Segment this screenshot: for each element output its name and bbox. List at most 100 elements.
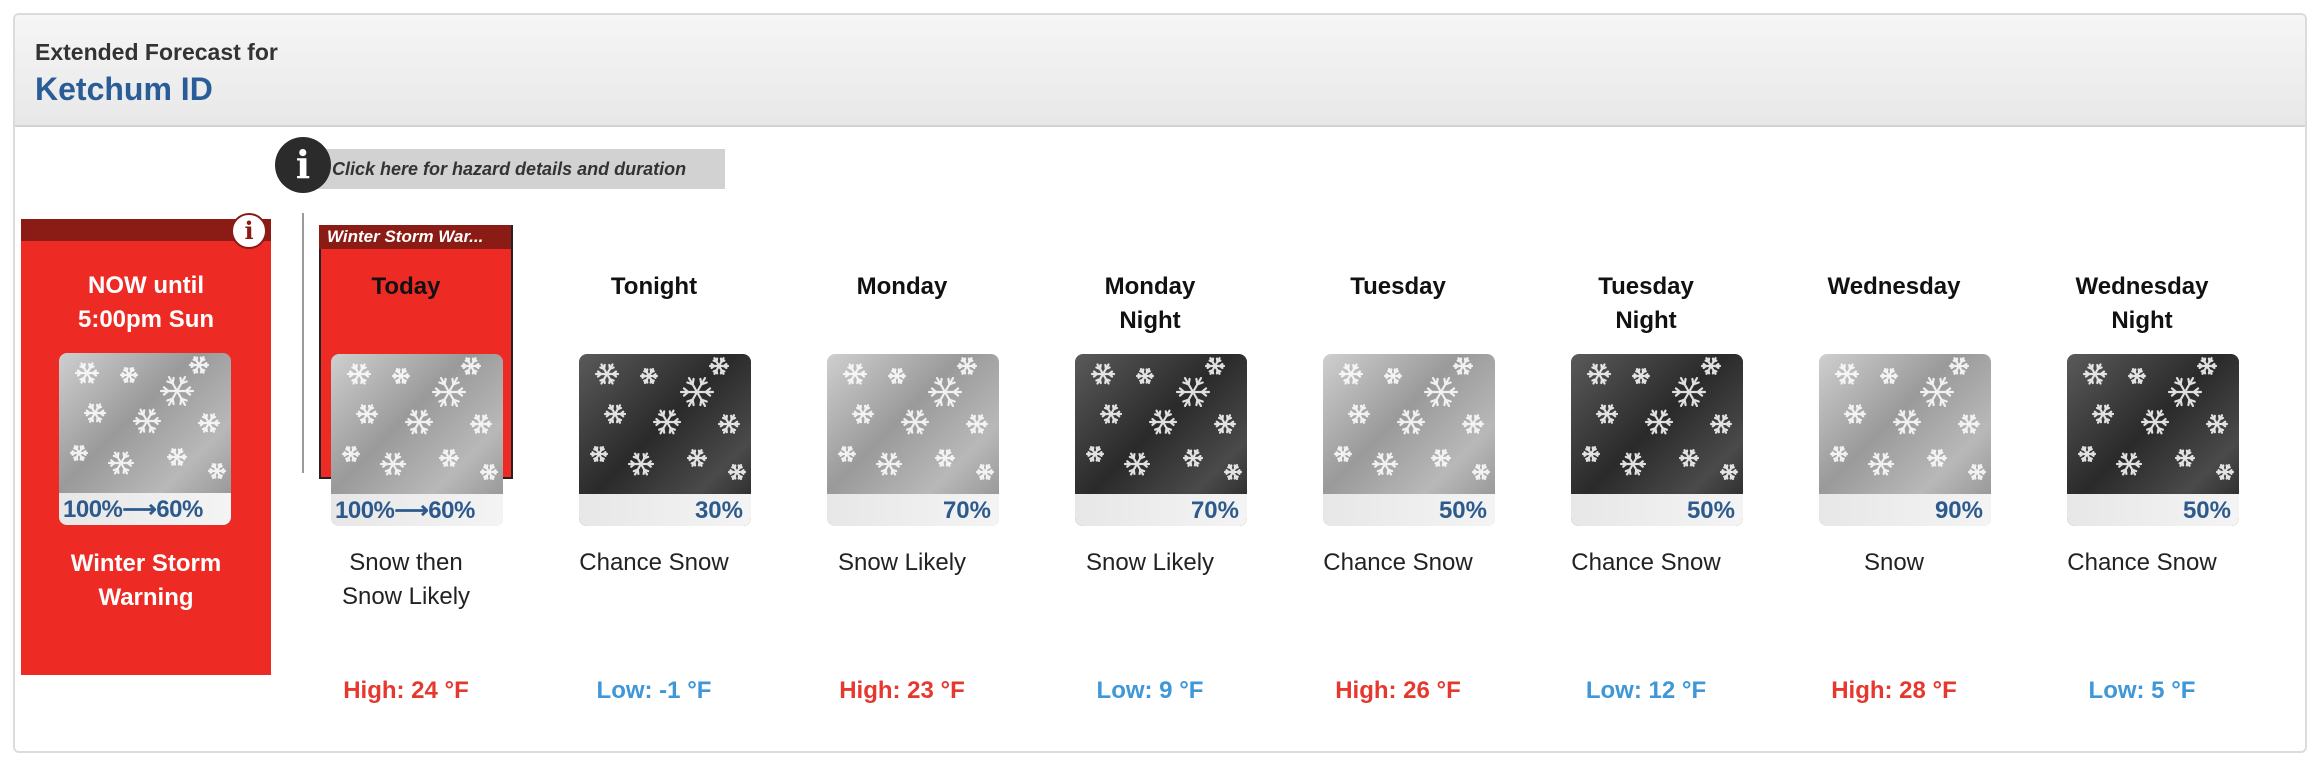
precip-chance-bar: 70% [827, 494, 999, 526]
hazard-info-icon[interactable]: i [231, 213, 267, 249]
snow-icon: 50% [1571, 354, 1743, 526]
snow-icon: 30% [579, 354, 751, 526]
divider [302, 213, 304, 473]
period-name: Wednesday [1770, 270, 2018, 340]
short-forecast-line1: Snow Likely [837, 549, 967, 576]
precip-chance-bar: 90% [1819, 494, 1991, 526]
temperature: Low: 9 °F [1096, 677, 1204, 704]
precip-chance-bar: 50% [1571, 494, 1743, 526]
short-forecast-line1: Snow then [349, 549, 463, 576]
now-period-title: NOW until 5:00pm Sun [21, 269, 271, 337]
precip-chance-bar: 50% [2067, 494, 2239, 526]
now-title-line1: NOW until [88, 272, 204, 299]
precip-chance: 50% [1438, 497, 1487, 524]
period-name-line1: Monday [1104, 273, 1196, 300]
forecast-period: Tonight 30% Chance Snow Low: -1 °F [530, 270, 778, 704]
snowflakes-graphic [1581, 357, 1739, 481]
short-forecast-line1: Chance Snow [579, 549, 729, 576]
now-title-line2: 5:00pm Sun [77, 306, 215, 333]
period-name: Wednesday Night [2018, 270, 2266, 340]
period-name-line1: Tuesday [1598, 273, 1694, 300]
precip-chance: 90% [1934, 497, 1983, 524]
snow-icon: 100%⟶60% [331, 354, 503, 526]
current-hazard-box[interactable]: i NOW until 5:00pm Sun 100%⟶60% Winter S… [21, 213, 271, 675]
warning-line2: Warning [98, 584, 194, 611]
precip-chance-bar: 70% [1075, 494, 1247, 526]
precip-chance: 70% [1190, 497, 1239, 524]
winter-storm-tag[interactable]: Winter Storm War... [319, 225, 511, 249]
snowflakes-graphic [1333, 357, 1491, 481]
precip-chance: 100%⟶60% [63, 496, 203, 523]
short-forecast-line1: Snow [1863, 549, 1925, 576]
forecast-period: Wednesday 90% Snow High: 28 °F [1770, 270, 2018, 704]
temperature: High: 28 °F [1831, 677, 1957, 704]
period-name-line1: Monday [856, 273, 948, 300]
short-forecast-line2: Snow Likely [341, 583, 471, 610]
forecast-period: Tuesday Night 50% Chance Snow Low: 12 °F [1522, 270, 1770, 704]
short-forecast-line1: Chance Snow [2067, 549, 2217, 576]
snowflakes-graphic [2077, 357, 2235, 481]
forecast-period: Today 100%⟶60% Snow then Snow Likely High: 2… [282, 270, 530, 704]
period-name: Tuesday Night [1522, 270, 1770, 340]
forecast-heading: Extended Forecast for [35, 39, 278, 65]
warning-label: Winter Storm Warning [21, 547, 271, 615]
temperature: High: 24 °F [343, 677, 469, 704]
precip-chance: 30% [694, 497, 743, 524]
snow-icon: 100%⟶60% [59, 353, 231, 525]
temperature: Low: -1 °F [596, 677, 712, 704]
period-name-line1: Wednesday [1827, 273, 1961, 300]
precip-chance: 50% [1686, 497, 1735, 524]
short-forecast-line1: Snow Likely [1085, 549, 1215, 576]
period-name: Monday Night [1026, 270, 1274, 340]
period-name-line1: Today [371, 273, 441, 300]
short-forecast-line1: Chance Snow [1323, 549, 1473, 576]
snow-icon: 70% [1075, 354, 1247, 526]
forecast-period: Wednesday Night 50% Chance Snow Low: 5 °F [2018, 270, 2266, 704]
period-name: Monday [778, 270, 1026, 340]
period-name: Tuesday [1274, 270, 1522, 340]
short-forecast: Snow [1770, 546, 2018, 580]
snowflakes-graphic [69, 356, 227, 480]
snow-icon: 70% [827, 354, 999, 526]
snow-icon: 50% [1323, 354, 1495, 526]
short-forecast: Snow Likely [1026, 546, 1274, 580]
period-name-line1: Wednesday [2075, 273, 2209, 300]
short-forecast-line1: Chance Snow [1571, 549, 1721, 576]
temperature: Low: 12 °F [1585, 677, 1707, 704]
temperature: Low: 5 °F [2088, 677, 2196, 704]
snow-icon: 50% [2067, 354, 2239, 526]
panel-header: Extended Forecast for Ketchum ID [15, 15, 2305, 127]
info-icon[interactable]: i [275, 137, 331, 193]
period-name-line1: Tuesday [1350, 273, 1446, 300]
short-forecast: Snow Likely [778, 546, 1026, 580]
warning-line1: Winter Storm [70, 550, 222, 577]
short-forecast: Snow then Snow Likely [282, 546, 530, 614]
precip-chance-bar: 50% [1323, 494, 1495, 526]
snowflakes-graphic [837, 357, 995, 481]
period-name-line1: Tonight [610, 273, 698, 300]
snowflakes-graphic [1829, 357, 1987, 481]
precip-chance-bar: 100%⟶60% [331, 494, 503, 526]
temperature: High: 23 °F [839, 677, 965, 704]
period-name-line2: Night [2111, 307, 2173, 334]
period-name: Tonight [530, 270, 778, 340]
forecast-period: Monday 70% Snow Likely High: 23 °F [778, 270, 1026, 704]
precip-chance-bar: 100%⟶60% [59, 493, 231, 525]
precip-chance: 50% [2182, 497, 2231, 524]
short-forecast: Chance Snow [1522, 546, 1770, 580]
precip-chance: 100%⟶60% [335, 497, 475, 524]
location-name: Ketchum ID [35, 71, 213, 107]
snowflakes-graphic [341, 357, 499, 481]
forecast-period: Tuesday 50% Chance Snow High: 26 °F [1274, 270, 1522, 704]
period-name-line2: Night [1119, 307, 1181, 334]
short-forecast: Chance Snow [1274, 546, 1522, 580]
hazard-details-link[interactable]: i Click here for hazard details and dura… [275, 137, 735, 197]
hazard-link-label: Click here for hazard details and durati… [332, 159, 687, 179]
short-forecast: Chance Snow [2018, 546, 2266, 580]
precip-chance-bar: 30% [579, 494, 751, 526]
forecast-period: Monday Night 70% Snow Likely Low: 9 °F [1026, 270, 1274, 704]
temperature: High: 26 °F [1335, 677, 1461, 704]
precip-chance: 70% [942, 497, 991, 524]
period-name: Today [282, 270, 530, 340]
short-forecast: Chance Snow [530, 546, 778, 580]
